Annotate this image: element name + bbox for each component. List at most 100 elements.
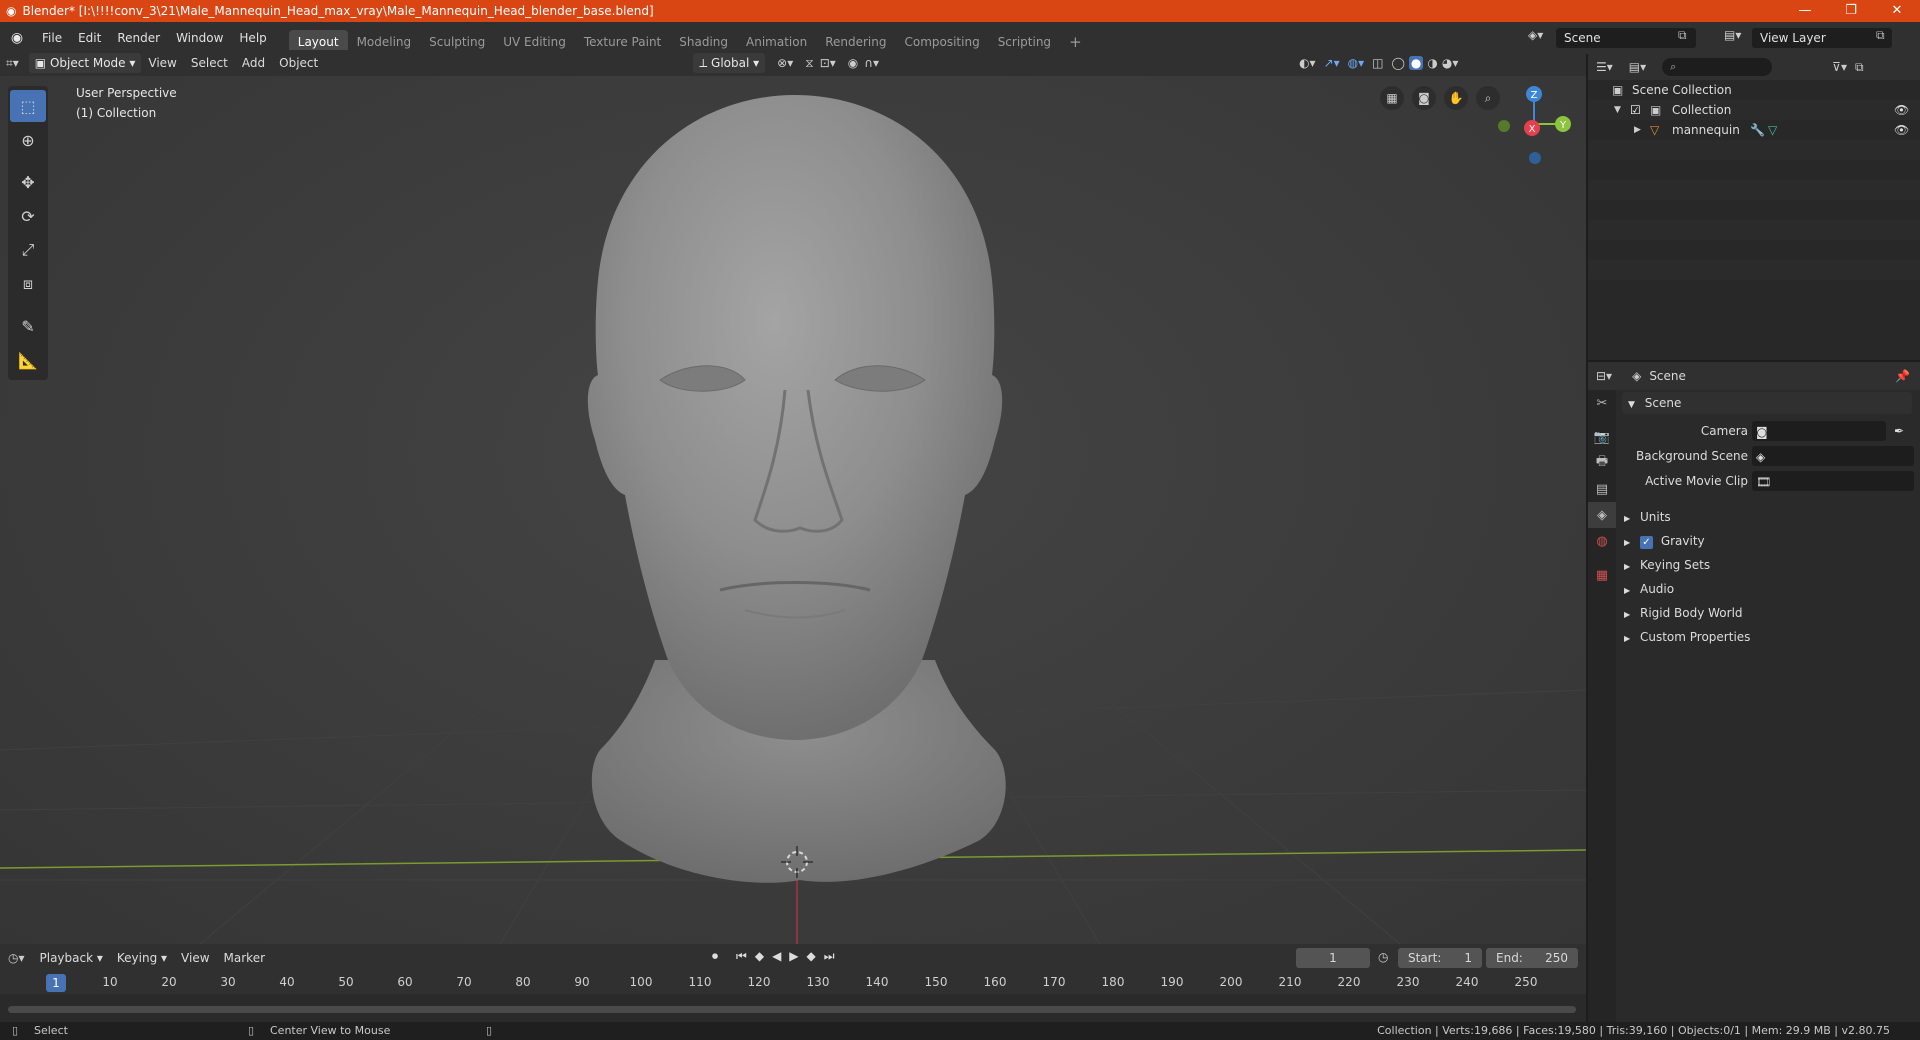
material-preview-icon[interactable]: ◑ — [1427, 56, 1437, 70]
jump-start-icon[interactable]: ⏮ — [736, 949, 747, 964]
transform-orientation-dropdown[interactable]: ⟂ Global ▾ — [693, 53, 766, 73]
render-tab-icon[interactable]: 📷 — [1588, 424, 1616, 450]
visibility-icon[interactable]: ◐▾ — [1299, 56, 1316, 70]
gravity-checkbox[interactable]: ✓ — [1639, 536, 1653, 549]
audio-panel[interactable]: ▶ Audio — [1624, 578, 1914, 600]
close-window-button[interactable]: ✕ — [1874, 0, 1920, 22]
timeline-menu-marker[interactable]: Marker — [217, 951, 272, 965]
show-gizmo-icon[interactable]: ↗▾ — [1324, 56, 1340, 70]
navigation-gizmo[interactable]: Z Y X — [1498, 86, 1571, 164]
outliner-editor-type-icon[interactable]: ☰▾ — [1588, 60, 1621, 74]
blender-menu-icon[interactable]: ◉ — [0, 30, 34, 46]
pin-icon[interactable]: 📌 — [1895, 369, 1910, 383]
annotate-tool-icon[interactable]: ✎ — [10, 310, 46, 342]
timeline-scrollbar[interactable] — [8, 1006, 1576, 1013]
filter-icon[interactable]: ⊽▾ — [1832, 60, 1847, 74]
visibility-eye-icon[interactable]: 👁 — [1894, 100, 1909, 120]
rendered-shading-icon[interactable]: ◕▾ — [1442, 56, 1459, 70]
outliner-search-input[interactable]: ⌕ — [1662, 58, 1773, 76]
proportional-editing-icon[interactable]: ◉ — [848, 56, 858, 70]
include-checkbox-icon[interactable]: ☑ — [1630, 100, 1641, 120]
timeline-editor-type-icon[interactable]: ◷▾ — [0, 951, 33, 965]
eyedropper-icon[interactable]: ✒ — [1894, 420, 1904, 442]
new-scene-icon[interactable]: ⧉ — [1678, 28, 1687, 43]
output-tab-icon[interactable]: 🖶 — [1588, 450, 1616, 476]
zoom-icon[interactable]: ⌕ — [1476, 86, 1500, 110]
tool-tab-icon[interactable]: ✂ — [1588, 390, 1616, 416]
scene-tab-icon[interactable]: ◈ — [1588, 502, 1616, 528]
background-scene-field[interactable]: ◈ — [1752, 446, 1914, 466]
scale-tool-icon[interactable]: ⤢ — [10, 234, 46, 266]
rotate-tool-icon[interactable]: ⟳ — [10, 200, 46, 232]
outliner-row-mannequin[interactable]: ▶ ▽ mannequin 🔧 ▽ 👁 — [1588, 120, 1920, 140]
end-frame-field[interactable]: End: 250 — [1486, 948, 1578, 968]
current-frame-field[interactable]: 1 — [1296, 948, 1370, 968]
wireframe-shading-icon[interactable]: ◯ — [1391, 56, 1404, 70]
record-icon[interactable]: ⏺ — [712, 949, 718, 964]
viewport-menu-add[interactable]: Add — [235, 56, 272, 70]
transform-tool-icon[interactable]: ⧈ — [10, 268, 46, 300]
outliner-row-collection[interactable]: ▼ ☑ ▣ Collection 👁 — [1588, 100, 1920, 120]
custom-properties-panel[interactable]: ▶ Custom Properties — [1624, 626, 1914, 648]
measure-tool-icon[interactable]: 📐 — [10, 344, 46, 376]
viewport-menu-select[interactable]: Select — [184, 56, 235, 70]
view-layer-type-icon[interactable]: ▤▾ — [1724, 28, 1741, 42]
scene-type-icon[interactable]: ◈▾ — [1528, 28, 1543, 42]
snap-target-icon[interactable]: ⊡▾ — [820, 56, 836, 70]
scene-panel-header[interactable]: ▼ Scene — [1622, 392, 1912, 414]
new-view-layer-icon[interactable]: ⧉ — [1876, 28, 1885, 43]
toggle-camera-view-icon[interactable]: ▦ — [1380, 86, 1404, 110]
new-collection-icon[interactable]: ⧉ — [1855, 60, 1864, 75]
start-frame-field[interactable]: Start: 1 — [1398, 948, 1482, 968]
expand-arrow-icon[interactable]: ▼ — [1614, 100, 1621, 120]
select-box-icon[interactable]: ⬚ — [10, 90, 46, 122]
show-overlays-icon[interactable]: ◍▾ — [1348, 56, 1365, 70]
jump-end-icon[interactable]: ⏭ — [824, 949, 835, 964]
pivot-point-icon[interactable]: ⊗▾ — [777, 56, 793, 70]
play-reverse-icon[interactable]: ◀ — [772, 949, 781, 964]
editor-type-icon[interactable]: ⌗▾ — [0, 56, 25, 71]
snap-icon[interactable]: ⧖ — [805, 56, 813, 71]
timeline-ruler[interactable]: 1 10 20 30 40 50 60 70 80 90 100 110 120 130 140 150 16… — [0, 972, 1586, 994]
texture-tab-icon[interactable]: ▦ — [1588, 562, 1616, 588]
xray-toggle-icon[interactable]: ◫ — [1372, 56, 1383, 70]
expand-arrow-icon: ▶ — [1624, 586, 1631, 595]
camera-field[interactable]: ◙ — [1752, 421, 1886, 441]
move-tool-icon[interactable]: ✥ — [10, 166, 46, 198]
solid-shading-icon[interactable]: ● — [1408, 56, 1424, 70]
properties-editor-type-icon[interactable]: ⊟▾ — [1588, 369, 1620, 383]
viewport-menu-object[interactable]: Object — [272, 56, 325, 70]
view-layer-tab-icon[interactable]: ▤ — [1588, 476, 1616, 502]
timeline-menu-keying[interactable]: Keying ▾ — [110, 951, 174, 965]
units-panel[interactable]: ▶ Units — [1624, 506, 1914, 528]
display-mode-icon[interactable]: ▤▾ — [1621, 60, 1654, 74]
prev-keyframe-icon[interactable]: ◆ — [755, 949, 764, 964]
maximize-button[interactable]: ❐ — [1828, 0, 1874, 22]
object-mode-dropdown[interactable]: ▣ Object Mode ▾ — [28, 53, 142, 73]
active-movie-clip-field[interactable]: 🎞 — [1752, 471, 1914, 491]
play-icon[interactable]: ▶ — [789, 949, 798, 964]
cursor-tool-icon[interactable]: ⊕ — [10, 124, 46, 156]
camera-view-icon[interactable]: ◙ — [1412, 86, 1436, 110]
3d-viewport[interactable]: Z Y X ▦ ◙ ✋ ⌕ — [0, 50, 1586, 944]
timeline-menu-playback[interactable]: Playback ▾ — [33, 951, 110, 965]
viewport-menu-view[interactable]: View — [141, 56, 183, 70]
next-keyframe-icon[interactable]: ◆ — [807, 949, 816, 964]
keying-sets-panel[interactable]: ▶ Keying Sets — [1624, 554, 1914, 576]
minimize-button[interactable]: — — [1782, 0, 1828, 22]
expand-arrow-icon[interactable]: ▶ — [1634, 120, 1641, 140]
mesh-data-icon[interactable]: ▽ — [1768, 120, 1777, 140]
scene-selector[interactable]: Scene — [1556, 28, 1696, 48]
world-tab-icon[interactable]: ◍ — [1588, 528, 1616, 554]
pan-hand-icon[interactable]: ✋ — [1444, 86, 1468, 110]
modifier-wrench-icon[interactable]: 🔧 — [1750, 120, 1765, 140]
visibility-eye-icon[interactable]: 👁 — [1894, 120, 1909, 140]
outliner-row-scene-collection[interactable]: ▣ Scene Collection — [1588, 80, 1920, 100]
view-layer-selector[interactable]: View Layer — [1752, 28, 1892, 48]
preview-range-icon[interactable]: ◷ — [1378, 950, 1388, 964]
rigid-body-world-panel[interactable]: ▶ Rigid Body World — [1624, 602, 1914, 624]
proportional-falloff-icon[interactable]: ∩▾ — [864, 56, 879, 70]
timeline-menu-view[interactable]: View — [174, 951, 216, 965]
current-frame-indicator[interactable]: 1 — [46, 974, 66, 992]
gravity-panel[interactable]: ▶ ✓ Gravity — [1624, 530, 1914, 552]
